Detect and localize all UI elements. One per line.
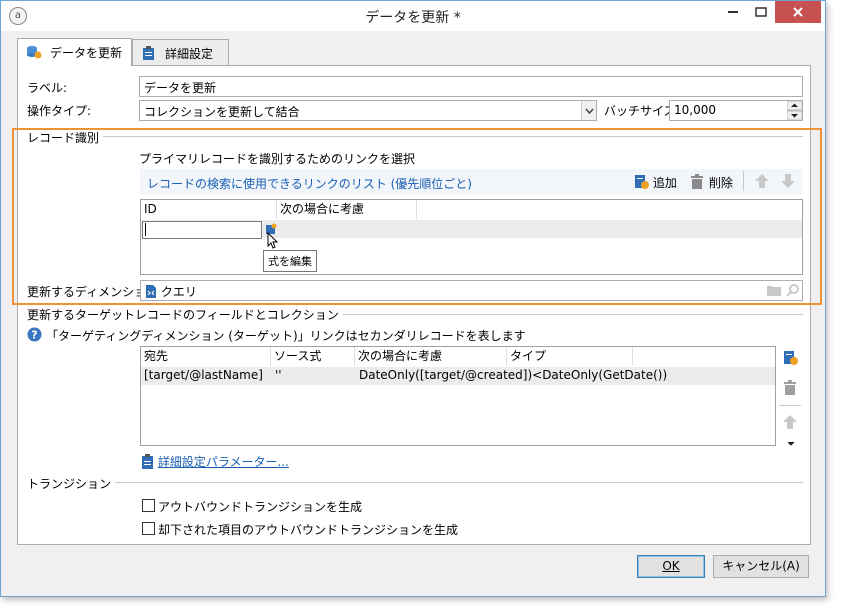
destination-cell: [target/@lastName] (144, 368, 263, 382)
column-header-condition[interactable]: 次の場合に考慮 (355, 347, 507, 366)
ok-label: OK (662, 559, 680, 573)
operation-type-select[interactable]: コレクションを更新して結合 (139, 100, 597, 121)
batch-size-value: 10,000 (674, 103, 716, 117)
ok-button[interactable]: OK (637, 555, 705, 578)
minimize-button[interactable] (719, 1, 747, 23)
rejected-transition-label: 却下された項目のアウトバウンドトランジションを生成 (158, 523, 459, 537)
transitions-section-title: トランジション (27, 475, 116, 492)
close-button[interactable] (775, 1, 821, 23)
outbound-transition-label: アウトバウンドトランジションを生成 (158, 500, 363, 514)
operation-type-caption: 操作タイプ: (27, 104, 92, 118)
dialog-window: a データを更新 * データを更新 詳細設定 ラベル: データを更新 操作タイプ… (0, 0, 826, 597)
svg-text:?: ? (31, 329, 37, 342)
maximize-button[interactable] (747, 1, 775, 23)
advanced-parameters-label: 詳細設定パラメーター... (157, 455, 289, 469)
tab-advanced-settings[interactable]: 詳細設定 (132, 39, 229, 65)
add-icon (784, 351, 798, 365)
help-icon: ? (27, 327, 42, 345)
cancel-label: キャンセル(A) (722, 559, 800, 573)
arrow-up-icon (783, 415, 797, 429)
window-title: データを更新 * (365, 10, 461, 26)
close-icon (793, 7, 803, 17)
outbound-transition-checkbox[interactable] (142, 499, 155, 512)
maximize-icon (755, 6, 767, 17)
label-input[interactable]: データを更新 (139, 76, 803, 97)
clipboard-icon (143, 46, 154, 60)
add-field-button[interactable] (782, 350, 798, 369)
stepper-icon (786, 100, 803, 121)
label-caption: ラベル: (27, 81, 68, 95)
chevron-down-icon (787, 441, 795, 446)
source-cell: '' (275, 368, 282, 382)
clipboard-icon (142, 454, 153, 469)
column-header-type[interactable]: タイプ (507, 347, 633, 366)
help-text: 「ターゲティングディメンション (ターゲット)」リンクはセカンダリレコードを表し… (46, 329, 526, 343)
more-button[interactable] (787, 436, 795, 450)
title-bar: a データを更新 * (1, 1, 825, 31)
table-row[interactable]: [target/@lastName] '' DateOnly([target/@… (141, 367, 775, 385)
rejected-transition-checkbox[interactable] (142, 522, 155, 535)
column-header-source[interactable]: ソース式 (271, 347, 355, 366)
tab-advanced-label: 詳細設定 (165, 47, 214, 61)
section-divider (93, 482, 803, 483)
section-divider (264, 314, 803, 315)
cancel-button[interactable]: キャンセル(A) (713, 555, 809, 578)
chevron-down-icon (584, 108, 594, 115)
condition-cell: DateOnly([target/@created])<DateOnly(Get… (359, 368, 668, 382)
trash-icon (784, 380, 796, 395)
column-header-destination[interactable]: 宛先 (141, 347, 271, 366)
batch-size-stepper[interactable] (786, 100, 803, 121)
move-field-up-button[interactable] (782, 414, 798, 433)
fields-section-title: 更新するターゲットレコードのフィールドとコレクション (27, 306, 343, 323)
tab-update-data[interactable]: データを更新 (17, 38, 132, 66)
highlight-frame (12, 128, 822, 305)
database-update-icon (27, 46, 42, 59)
batch-size-input[interactable]: 10,000 (669, 100, 803, 121)
fields-grid: 宛先 ソース式 次の場合に考慮 タイプ [target/@lastName] '… (140, 346, 776, 446)
operation-type-value: コレクションを更新して結合 (144, 105, 300, 119)
tab-update-label: データを更新 (50, 46, 123, 60)
advanced-parameters-link[interactable]: 詳細設定パラメーター... (141, 453, 289, 470)
minimize-icon (728, 10, 738, 13)
dropdown-button[interactable] (581, 101, 596, 120)
delete-field-button[interactable] (782, 380, 798, 399)
tool-separator (779, 405, 801, 406)
